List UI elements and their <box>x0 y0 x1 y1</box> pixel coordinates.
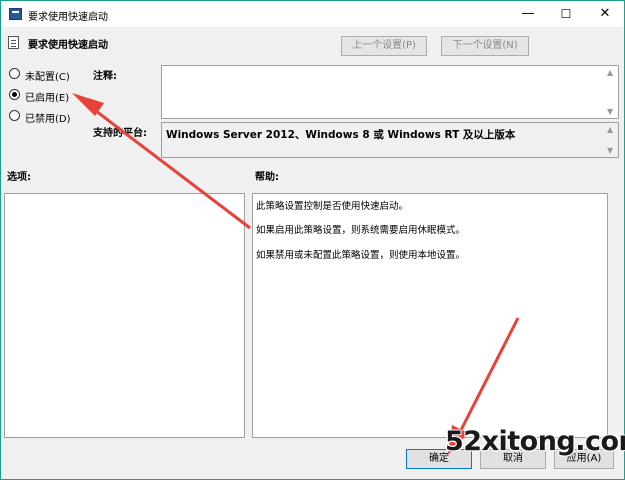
close-button[interactable]: ✕ <box>586 1 624 27</box>
help-panel[interactable]: 此策略设置控制是否使用快速启动。 如果启用此策略设置，则系统需要启用休眠模式。 … <box>252 193 608 438</box>
radio-button-selected[interactable] <box>9 89 20 100</box>
policy-editor-app-icon <box>9 8 22 20</box>
options-label: 选项: <box>7 172 31 183</box>
supported-platforms-value: Windows Server 2012、Windows 8 或 Windows … <box>166 129 516 141</box>
policy-name: 要求使用快速启动 <box>28 40 108 51</box>
scroll-down-icon[interactable]: ▼ <box>607 146 613 155</box>
help-text-line: 此策略设置控制是否使用快速启动。 <box>256 201 409 212</box>
minimize-button[interactable]: — <box>509 1 547 27</box>
scroll-down-icon[interactable]: ▼ <box>607 107 613 116</box>
supported-platforms-label: 支持的平台: <box>93 128 147 139</box>
help-label: 帮助: <box>255 172 279 183</box>
policy-setting-icon <box>8 36 19 49</box>
comment-scrollbar[interactable]: ▲ ▼ <box>604 66 618 118</box>
title-bar[interactable]: 要求使用快速启动 — ☐ ✕ <box>1 1 624 27</box>
platform-scrollbar[interactable]: ▲ ▼ <box>604 123 618 157</box>
maximize-button[interactable]: ☐ <box>547 1 585 27</box>
scroll-up-icon[interactable]: ▲ <box>607 68 613 77</box>
previous-setting-button[interactable]: 上一个设置(P) <box>341 36 427 56</box>
comment-textarea[interactable]: ▲ ▼ <box>161 65 619 119</box>
options-panel[interactable] <box>4 193 245 438</box>
radio-enabled-label: 已启用(E) <box>25 93 70 104</box>
window-title: 要求使用快速启动 <box>28 12 108 23</box>
radio-button[interactable] <box>9 110 20 121</box>
help-text-line: 如果禁用或未配置此策略设置，则使用本地设置。 <box>256 250 466 261</box>
next-setting-button[interactable]: 下一个设置(N) <box>441 36 529 56</box>
site-watermark: 52xitong.com <box>445 426 625 457</box>
comment-label: 注释: <box>93 71 117 82</box>
radio-disabled-label: 已禁用(D) <box>25 114 71 125</box>
radio-button[interactable] <box>9 68 20 79</box>
supported-platforms-box: Windows Server 2012、Windows 8 或 Windows … <box>161 122 619 158</box>
radio-not-configured-label: 未配置(C) <box>25 72 70 83</box>
help-text-line: 如果启用此策略设置，则系统需要启用休眠模式。 <box>256 225 466 236</box>
scroll-up-icon[interactable]: ▲ <box>607 125 613 134</box>
dialog-content: 要求使用快速启动 上一个设置(P) 下一个设置(N) 未配置(C) 已启用(E)… <box>1 27 624 479</box>
